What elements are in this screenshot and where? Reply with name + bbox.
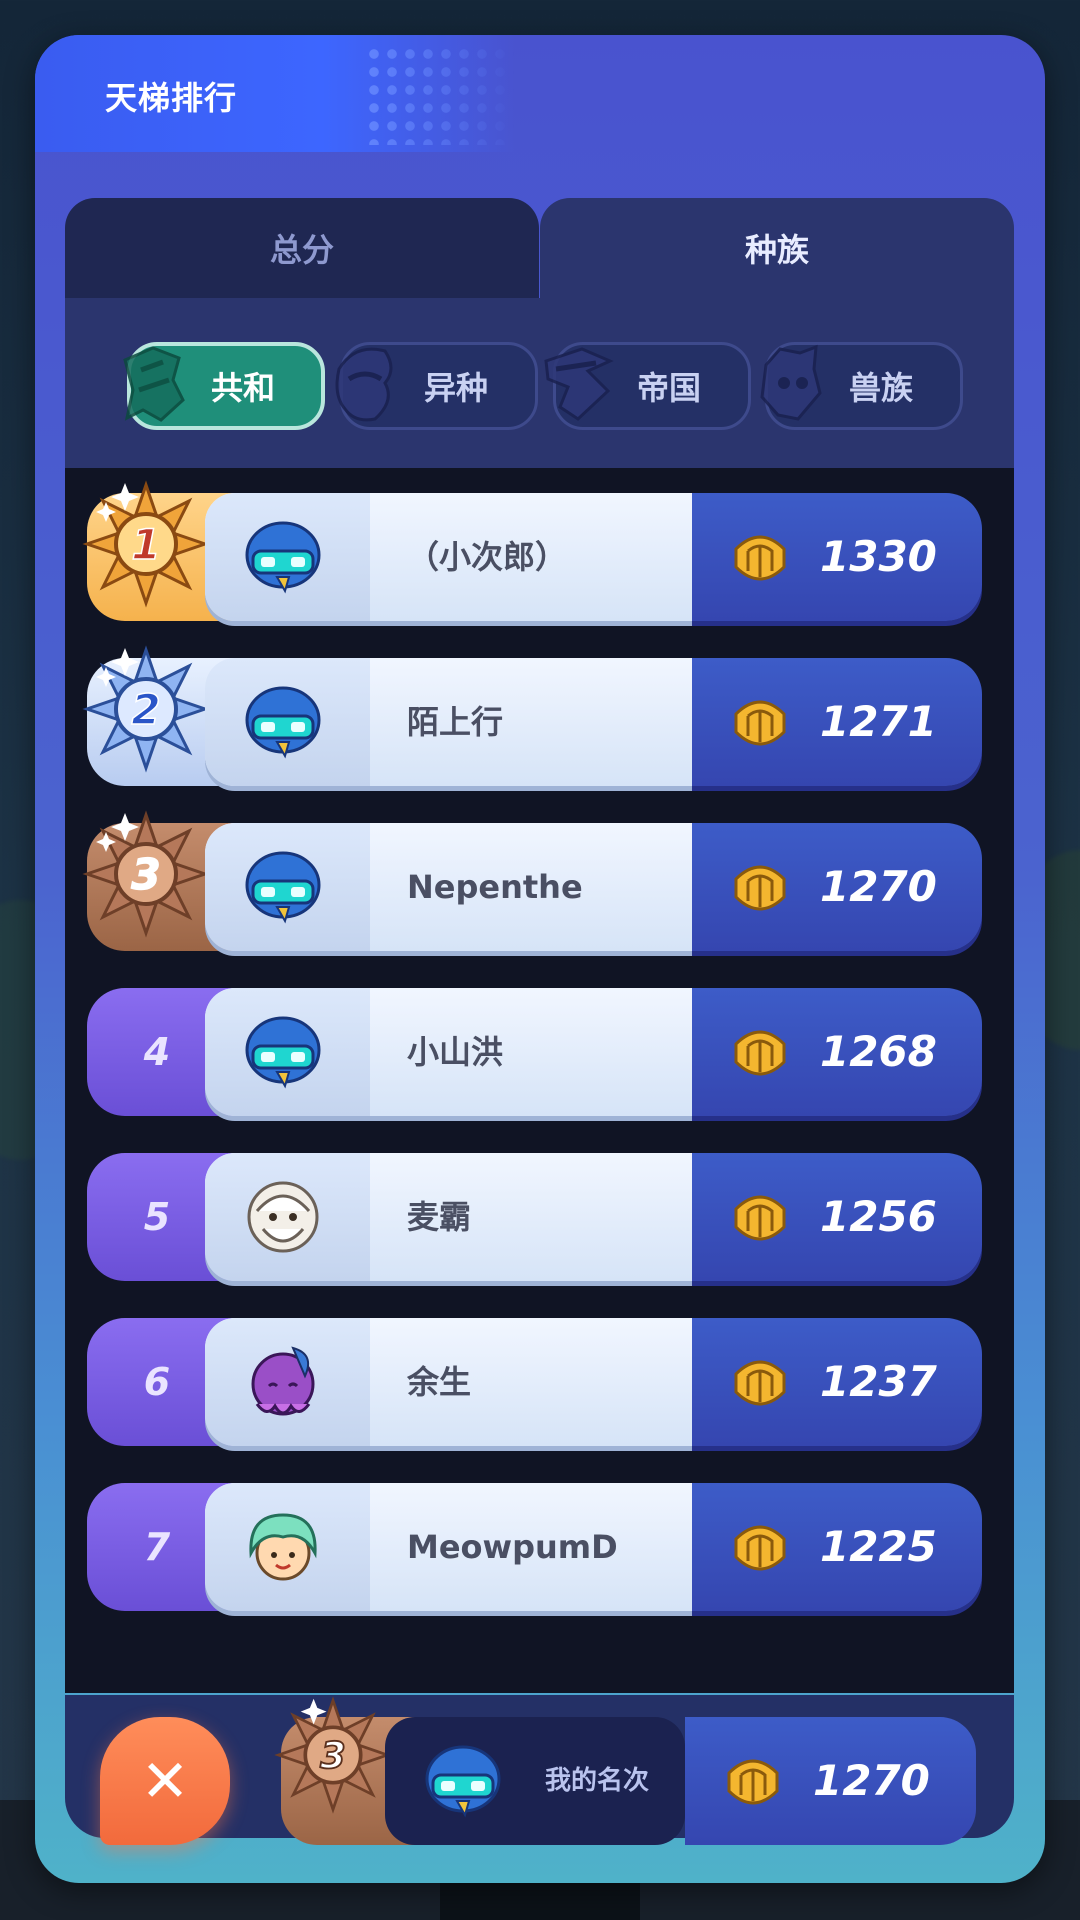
- player-name: Nepenthe: [407, 868, 583, 906]
- ranking-row[interactable]: 6 余生 1237: [87, 1318, 982, 1446]
- race-label: 共和: [210, 369, 275, 407]
- rank-number: 3: [131, 850, 160, 899]
- ranking-row[interactable]: 3 Nepenthe 1270: [82, 810, 982, 951]
- player-name: （小次郎）: [407, 538, 568, 576]
- my-rank-number: 3: [320, 1734, 346, 1777]
- race-label: 异种: [423, 369, 488, 407]
- republic-emblem-icon: [123, 346, 185, 422]
- score-card: 1268: [692, 988, 982, 1116]
- avatar-slot: [205, 493, 370, 621]
- leaderboard-panel: 天梯排行 总分 种族 共和 异种 帝国 兽族 1 （小次郎） 1330 2 陌上…: [35, 35, 1045, 1883]
- close-button[interactable]: ✕: [100, 1717, 230, 1845]
- avatar-slot: [205, 988, 370, 1116]
- blue-helmet-avatar-icon: [245, 686, 321, 759]
- tab-total[interactable]: 总分: [65, 198, 539, 298]
- score-value: 1271: [820, 697, 937, 746]
- leaderboard-content: 总分 种族 共和 异种 帝国 兽族 1 （小次郎） 1330 2 陌上行 127…: [65, 198, 1014, 1845]
- player-name: 陌上行: [407, 703, 504, 741]
- score-value: 1237: [820, 1357, 937, 1406]
- ranking-row[interactable]: 5 麦霸 1256: [87, 1153, 982, 1281]
- my-name-card: 我的名次: [385, 1717, 685, 1845]
- score-value: 1225: [820, 1522, 937, 1571]
- ranking-list[interactable]: 1 （小次郎） 1330 2 陌上行 1271 3 Nepenthe 1270 4 小山洪 1268 5…: [65, 468, 1014, 1693]
- avatar-slot: [205, 823, 370, 951]
- avatar-slot: [205, 658, 370, 786]
- my-rank-label: 我的名次: [545, 1766, 650, 1796]
- score-value: 1270: [820, 862, 937, 911]
- score-value: 1330: [820, 532, 937, 581]
- player-name: 麦霸: [407, 1198, 472, 1236]
- score-value: 1268: [820, 1027, 937, 1076]
- race-label: 帝国: [636, 369, 701, 407]
- gold-medal-icon: 1: [82, 480, 210, 608]
- race-tab-alien[interactable]: 异种: [335, 342, 538, 430]
- page-title: 天梯排行: [105, 79, 238, 117]
- avatar-slot: [205, 1153, 370, 1281]
- blue-helmet-avatar-icon: [245, 851, 321, 924]
- ranking-row[interactable]: 2 陌上行 1271: [82, 645, 982, 786]
- old-sage-avatar-icon: [247, 1181, 319, 1253]
- trophy-gem-icon: [734, 1525, 786, 1571]
- race-tab-empire[interactable]: 帝国: [544, 342, 751, 430]
- race-label: 兽族: [848, 369, 913, 407]
- blue-helmet-avatar-icon: [425, 1745, 501, 1818]
- beast-emblem-icon: [760, 344, 822, 421]
- alien-emblem-icon: [335, 347, 393, 422]
- race-tab-republic[interactable]: 共和: [123, 342, 325, 430]
- score-card: 1271: [692, 658, 982, 786]
- trophy-gem-icon: [734, 865, 786, 911]
- blue-helmet-avatar-icon: [245, 1016, 321, 1089]
- player-name: 小山洪: [407, 1033, 504, 1071]
- trophy-gem-icon: [734, 1360, 786, 1406]
- score-card: 1330: [692, 493, 982, 621]
- purple-creature-avatar-icon: [251, 1346, 315, 1416]
- blue-helmet-avatar-icon: [245, 521, 321, 594]
- my-score-value: 1270: [813, 1756, 930, 1805]
- bronze-medal-icon: 3: [274, 1696, 392, 1814]
- score-card: 1225: [692, 1483, 982, 1611]
- trophy-gem-icon: [734, 1195, 786, 1241]
- player-name: 余生: [407, 1363, 472, 1401]
- silver-medal-icon: 2: [82, 645, 210, 773]
- bottom-bar: ✕ 3 我的名次 1270: [65, 1695, 1014, 1845]
- ranking-row[interactable]: 1 （小次郎） 1330: [82, 480, 982, 621]
- score-card: 1270: [692, 823, 982, 951]
- trophy-gem-icon: [734, 535, 786, 581]
- rank-number: 1: [131, 520, 160, 569]
- tab-race[interactable]: 种族: [540, 198, 1014, 298]
- race-tab-beast[interactable]: 兽族: [760, 342, 963, 430]
- green-hair-avatar-icon: [249, 1513, 317, 1581]
- close-icon: ✕: [140, 1747, 190, 1815]
- avatar-slot: [205, 1483, 370, 1611]
- rank-number: 2: [131, 685, 160, 734]
- score-card: 1256: [692, 1153, 982, 1281]
- avatar-slot: [205, 1318, 370, 1446]
- my-rank-row: 3 我的名次 1270: [274, 1696, 976, 1845]
- my-score-card: 1270: [685, 1717, 976, 1845]
- race-filter-bar: 共和 异种 帝国 兽族: [65, 298, 1014, 468]
- ranking-row[interactable]: 7 MeowpumD 1225: [87, 1483, 982, 1611]
- player-name: MeowpumD: [407, 1528, 618, 1566]
- trophy-gem-icon: [727, 1759, 779, 1805]
- empire-emblem-icon: [544, 347, 614, 421]
- score-card: 1237: [692, 1318, 982, 1446]
- title-decoration: [365, 45, 515, 145]
- trophy-gem-icon: [734, 1030, 786, 1076]
- ranking-row[interactable]: 4 小山洪 1268: [87, 988, 982, 1116]
- score-value: 1256: [820, 1192, 937, 1241]
- bronze-medal-icon: 3: [82, 810, 210, 938]
- trophy-gem-icon: [734, 700, 786, 746]
